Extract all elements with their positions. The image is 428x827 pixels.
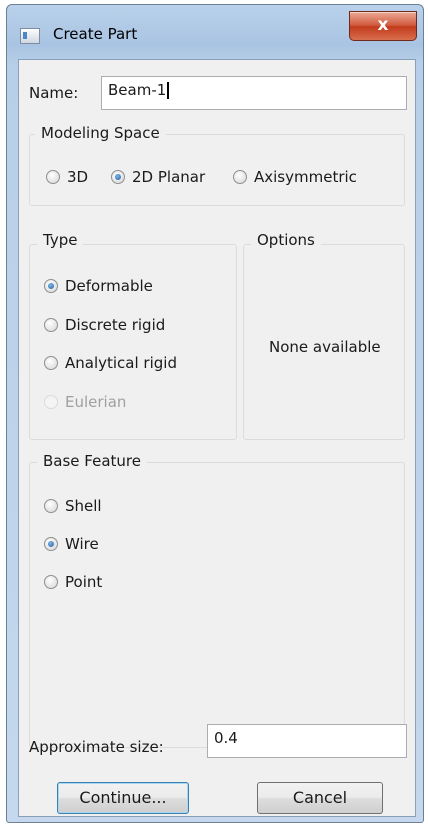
radio-3d-icon[interactable] (46, 170, 60, 184)
base-feature-title: Base Feature (37, 452, 147, 470)
radio-2d-planar-icon[interactable] (111, 170, 125, 184)
radio-eulerian-icon (44, 395, 58, 409)
radio-axisymmetric-icon[interactable] (233, 170, 247, 184)
name-label: Name: (29, 84, 79, 102)
radio-eulerian-label: Eulerian (65, 393, 127, 411)
name-input[interactable]: Beam-1 (101, 76, 407, 110)
radio-wire-icon[interactable] (44, 537, 58, 551)
modeling-space-title: Modeling Space (35, 124, 166, 142)
approx-size-input[interactable]: 0.4 (207, 724, 407, 758)
radio-shell-icon[interactable] (44, 499, 58, 513)
radio-deformable-label: Deformable (65, 277, 153, 295)
radio-analytical-rigid-label: Analytical rigid (65, 354, 177, 372)
name-value: Beam-1 (108, 81, 167, 99)
window-app-icon[interactable] (20, 28, 40, 44)
radio-analytical-rigid[interactable]: Analytical rigid (44, 354, 177, 372)
radio-discrete-rigid-label: Discrete rigid (65, 316, 166, 334)
continue-button[interactable]: Continue... (57, 782, 189, 814)
radio-discrete-rigid-icon[interactable] (44, 318, 58, 332)
radio-deformable[interactable]: Deformable (44, 277, 153, 295)
radio-axisymmetric-label: Axisymmetric (254, 168, 357, 186)
radio-wire[interactable]: Wire (44, 535, 99, 553)
approx-size-label: Approximate size: (29, 738, 164, 756)
radio-axisymmetric[interactable]: Axisymmetric (233, 168, 357, 186)
radio-3d-label: 3D (67, 168, 89, 186)
close-icon: x (377, 15, 389, 35)
radio-point-icon[interactable] (44, 575, 58, 589)
radio-deformable-icon[interactable] (44, 279, 58, 293)
radio-3d[interactable]: 3D (46, 168, 88, 186)
radio-discrete-rigid[interactable]: Discrete rigid (44, 316, 165, 334)
type-title: Type (37, 231, 84, 249)
radio-wire-label: Wire (65, 535, 99, 553)
options-title: Options (251, 231, 321, 249)
radio-shell[interactable]: Shell (44, 497, 102, 515)
radio-point-label: Point (65, 573, 103, 591)
create-part-dialog: Create Part x Name: Beam-1 Modeling Spac… (6, 4, 424, 823)
options-none-available: None available (269, 338, 381, 356)
window-title: Create Part (53, 25, 138, 43)
radio-analytical-rigid-icon[interactable] (44, 356, 58, 370)
radio-2d-planar-label: 2D Planar (132, 168, 206, 186)
approx-size-value: 0.4 (214, 729, 238, 747)
radio-point[interactable]: Point (44, 573, 102, 591)
cancel-button[interactable]: Cancel (257, 782, 383, 814)
text-cursor-icon (167, 82, 170, 99)
radio-eulerian: Eulerian (44, 393, 126, 411)
close-button[interactable]: x (349, 11, 417, 41)
title-bar[interactable]: Create Part x (7, 5, 423, 59)
dialog-body: Name: Beam-1 Modeling Space 3D 2D Planar… (18, 59, 416, 817)
radio-2d-planar[interactable]: 2D Planar (111, 168, 205, 186)
radio-shell-label: Shell (65, 497, 102, 515)
